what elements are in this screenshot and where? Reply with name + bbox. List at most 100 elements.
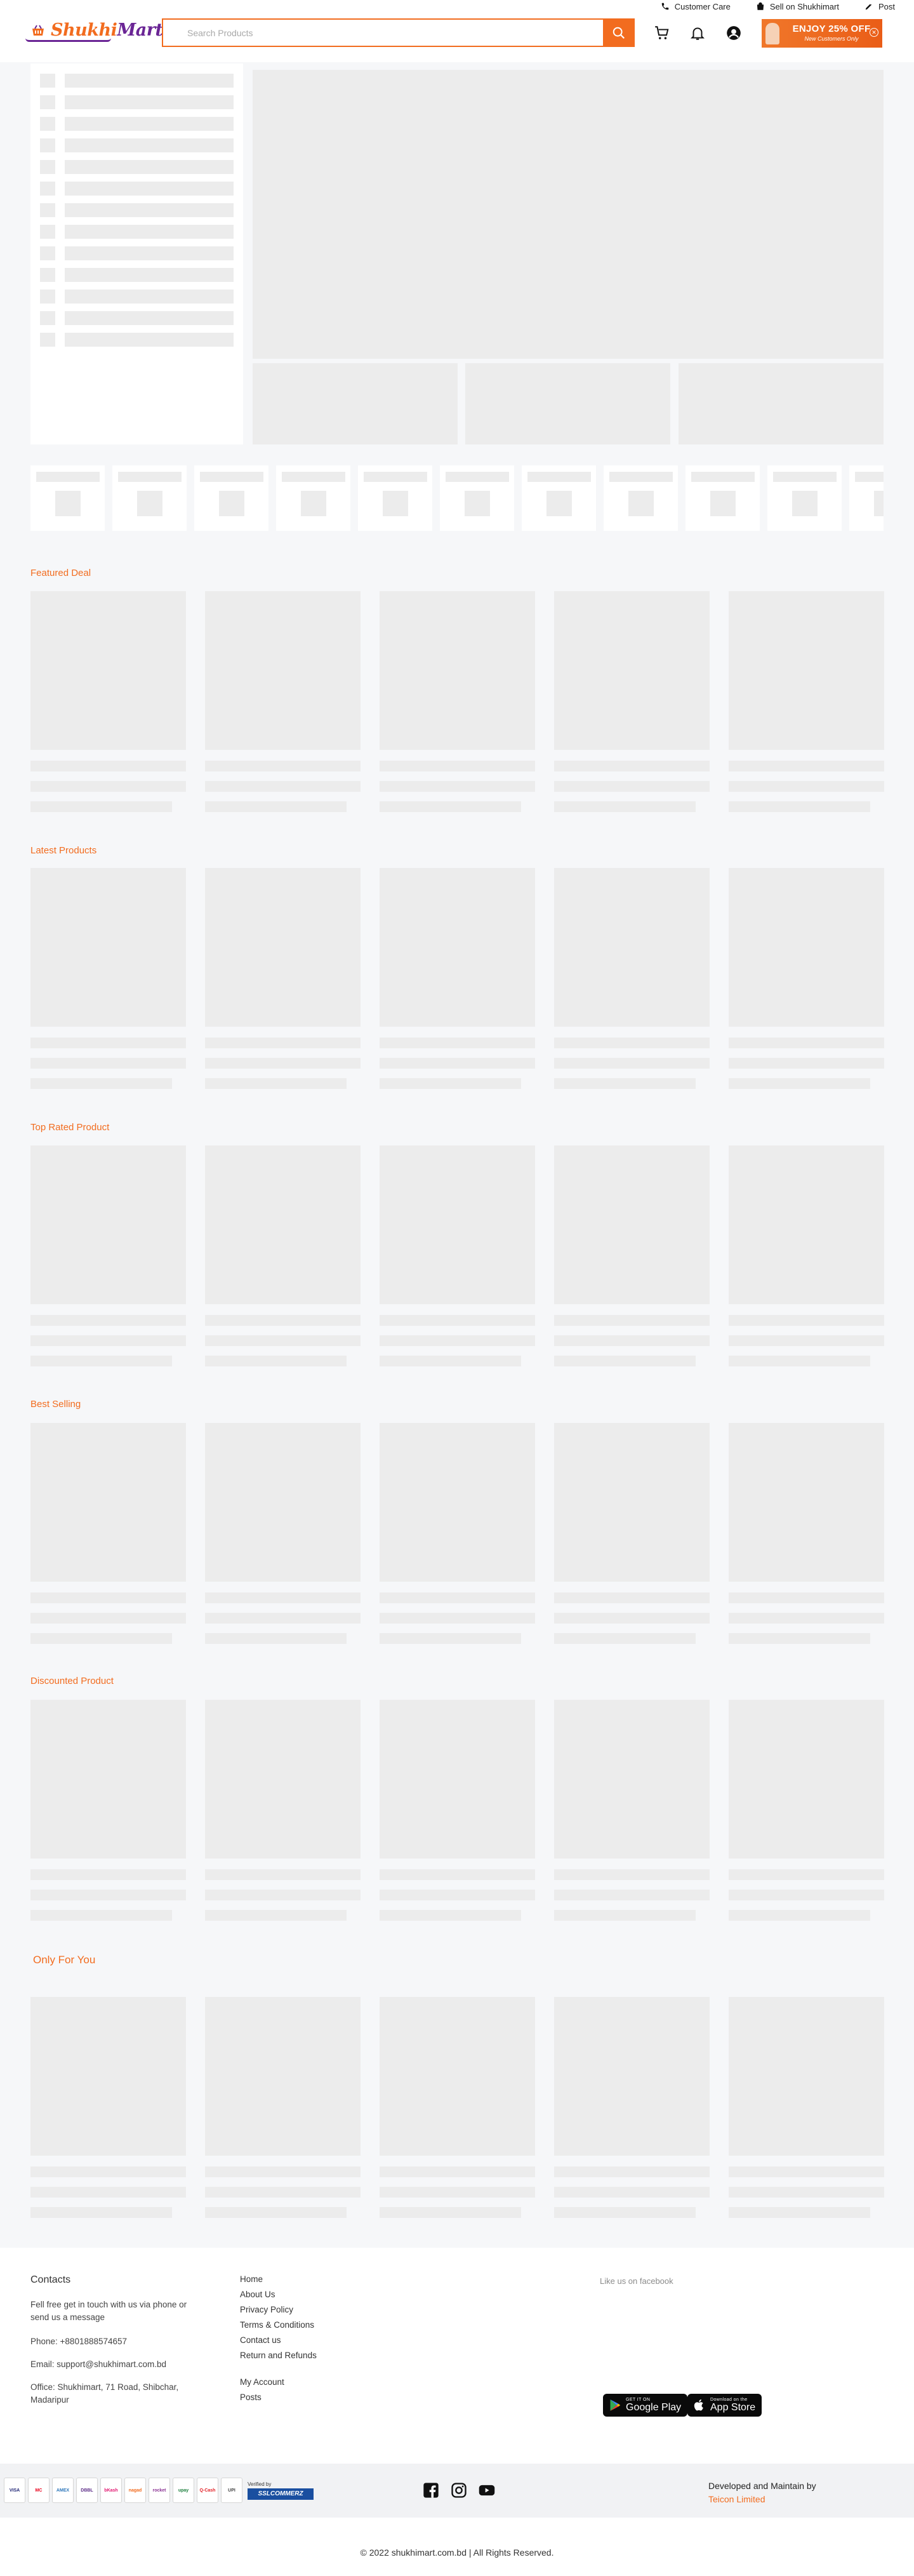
skeleton-block: [729, 1335, 884, 1346]
google-play-small: GET IT ON: [626, 2398, 651, 2402]
product-image-skeleton: [554, 591, 710, 750]
app-store-badge[interactable]: Download on the App Store: [687, 2394, 762, 2417]
facebook-icon[interactable]: [422, 2481, 440, 2499]
contact-phone[interactable]: Phone: +8801888574657: [30, 2335, 211, 2348]
skeleton-block: [30, 1058, 186, 1069]
sidebar-skeleton-row: [40, 117, 234, 131]
skeleton-block: [65, 160, 234, 174]
footer-link[interactable]: My Account: [240, 2375, 317, 2390]
skeleton-block: [40, 268, 55, 282]
ssl-small: Verified by: [248, 2481, 272, 2487]
skeleton-block: [380, 2166, 535, 2177]
skeleton-block: [65, 225, 234, 239]
hero-sub-banner-skeleton: [679, 363, 884, 444]
skeleton-block: [30, 1592, 186, 1603]
skeleton-block: [382, 491, 408, 516]
footer-links: Home About Us Privacy Policy Terms & Condit…: [240, 2272, 317, 2405]
facebook-label: Like us on facebook: [600, 2276, 673, 2286]
skeleton-block: [205, 801, 347, 812]
sidebar-skeleton-row: [40, 311, 234, 325]
product-image-skeleton: [729, 868, 884, 1027]
section-title: Latest Products: [30, 845, 97, 856]
skeleton-block: [205, 1890, 361, 1900]
footer-link[interactable]: Home: [240, 2272, 317, 2287]
product-image-skeleton: [205, 1700, 361, 1859]
skeleton-block: [554, 1335, 710, 1346]
payment-logo: bKash: [100, 2478, 122, 2503]
product-image-skeleton: [205, 591, 361, 750]
skeleton-block: [205, 1613, 361, 1624]
payment-logo: VISA: [4, 2478, 25, 2503]
cart-button[interactable]: [654, 25, 670, 41]
footer-link[interactable]: Return and Refunds: [240, 2348, 317, 2363]
only-for-you-section: Only For You: [30, 1954, 884, 2220]
footer-link[interactable]: Contact us: [240, 2333, 317, 2348]
customer-care-link[interactable]: Customer Care: [661, 2, 731, 11]
skeleton-block: [729, 2207, 870, 2218]
product-image-skeleton: [30, 591, 186, 750]
app-store-small: Download on the: [710, 2398, 748, 2402]
skeleton-block: [729, 1078, 870, 1089]
skeleton-block: [554, 1633, 696, 1644]
product-image-skeleton: [30, 1997, 186, 2156]
skeleton-block: [205, 1038, 361, 1048]
section-title: Best Selling: [30, 1399, 81, 1410]
skeleton-block: [40, 160, 55, 174]
site-logo[interactable]: ShukhiMart: [30, 20, 163, 40]
notifications-button[interactable]: [689, 25, 706, 41]
contact-email[interactable]: Email: support@shukhimart.com.bd: [30, 2358, 211, 2371]
post-link[interactable]: Post: [864, 2, 895, 11]
skeleton-block: [30, 1633, 172, 1644]
search-button[interactable]: [603, 18, 635, 47]
skeleton-block: [380, 801, 521, 812]
footer-link[interactable]: Terms & Conditions: [240, 2318, 317, 2333]
account-icon: [727, 26, 741, 40]
product-image-skeleton: [554, 1423, 710, 1582]
skeleton-block: [546, 491, 572, 516]
product-card-skeleton: [205, 868, 361, 1089]
product-image-skeleton: [729, 1997, 884, 2156]
instagram-icon[interactable]: [450, 2481, 468, 2499]
skeleton-block: [363, 472, 427, 482]
skeleton-block: [65, 138, 234, 152]
account-button[interactable]: [725, 25, 742, 41]
search-input[interactable]: [162, 18, 603, 47]
skeleton-block: [380, 1038, 535, 1048]
product-card-skeleton: [205, 591, 361, 812]
skeleton-block: [205, 1633, 347, 1644]
product-grid: [30, 1997, 884, 2218]
product-card-skeleton: [729, 591, 884, 812]
footer-link[interactable]: Posts: [240, 2390, 317, 2405]
skeleton-block: [65, 95, 234, 109]
product-image-skeleton: [30, 1145, 186, 1304]
skeleton-block: [205, 1592, 361, 1603]
skeleton-block: [199, 472, 263, 482]
skeleton-block: [300, 491, 326, 516]
skeleton-block: [380, 1058, 535, 1069]
skeleton-block: [554, 801, 696, 812]
product-card-skeleton: [380, 1997, 535, 2218]
skeleton-block: [30, 1078, 172, 1089]
promo-banner[interactable]: ENJOY 25% OFF New Customers Only ✕: [762, 19, 882, 48]
category-card-skeleton: [30, 465, 105, 531]
product-image-skeleton: [729, 1423, 884, 1582]
google-play-badge[interactable]: GET IT ON Google Play: [603, 2394, 688, 2417]
product-card-skeleton: [729, 1423, 884, 1644]
skeleton-block: [554, 1869, 710, 1880]
skeleton-block: [380, 1335, 535, 1346]
google-play-icon: [610, 2399, 621, 2411]
skeleton-block: [40, 225, 55, 239]
skeleton-block: [628, 491, 654, 516]
facebook-widget: Like us on facebook: [600, 2276, 673, 2286]
footer-link[interactable]: Privacy Policy: [240, 2302, 317, 2318]
developer-company-link[interactable]: Teicon Limited: [708, 2493, 816, 2506]
hero-sub-banner-skeleton: [253, 363, 458, 444]
promo-close-icon[interactable]: ✕: [870, 28, 878, 37]
footer-link[interactable]: About Us: [240, 2287, 317, 2302]
product-grid: [30, 1423, 884, 1644]
top-utility-bar: Customer Care Sell on Shukhimart Post: [0, 0, 914, 13]
sell-on-shukhimart-link[interactable]: Sell on Shukhimart: [756, 2, 839, 11]
youtube-icon[interactable]: [478, 2481, 496, 2499]
product-image-skeleton: [380, 1700, 535, 1859]
skeleton-block: [30, 2187, 186, 2198]
